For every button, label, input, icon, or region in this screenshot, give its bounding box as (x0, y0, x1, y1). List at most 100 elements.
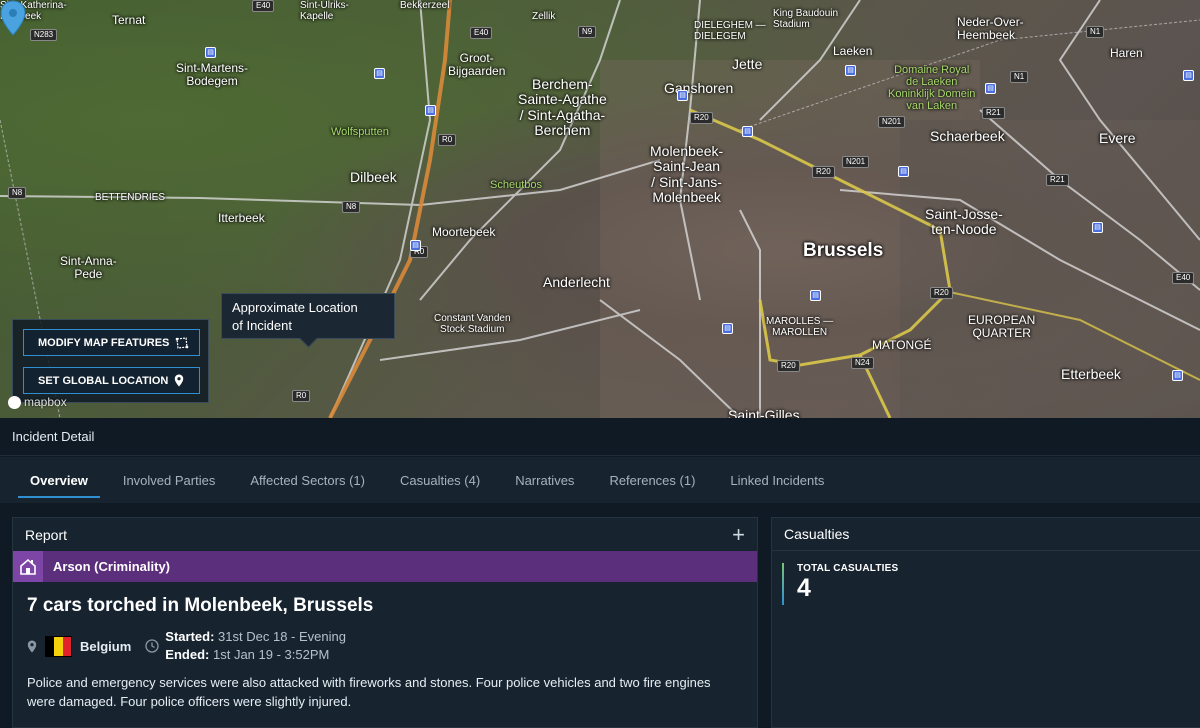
add-icon[interactable]: + (732, 523, 745, 546)
map-label: Sint-Anna- Pede (60, 254, 117, 282)
location-pin-icon (27, 640, 37, 652)
tab-references[interactable]: References (1) (593, 457, 711, 503)
modify-map-features-button[interactable]: MODIFY MAP FEATURES (23, 329, 200, 356)
report-heading: Report (25, 526, 68, 543)
map-label: Etterbeek (1061, 366, 1121, 382)
map-label: King Baudouin Stadium (773, 8, 839, 30)
map-label: Evere (1099, 130, 1136, 146)
road-badge: R20 (690, 112, 713, 124)
map-label: Scheutbos (490, 179, 542, 191)
category-bar: Arson (Criminality) (13, 551, 757, 582)
tab-affected-sectors[interactable]: Affected Sectors (1) (234, 457, 381, 503)
map-controls-panel: MODIFY MAP FEATURES SET GLOBAL LOCATION (12, 319, 209, 403)
train-station-icon: ▤ (742, 126, 753, 137)
tooltip-text: Approximate Location of Incident (232, 300, 358, 333)
incident-detail-header: Incident Detail (0, 418, 1200, 456)
belgium-flag-icon (45, 635, 72, 657)
map-label: Ternat (112, 13, 146, 27)
map-label: Anderlecht (543, 274, 610, 290)
report-title: 7 cars torched in Molenbeek, Brussels (27, 595, 374, 616)
ended-label: Ended: (165, 647, 210, 662)
tab-narratives[interactable]: Narratives (499, 457, 590, 503)
casualties-header: Casualties (772, 518, 1200, 551)
road-badge: N201 (842, 156, 870, 168)
tab-casualties[interactable]: Casualties (4) (384, 457, 496, 503)
polygon-draw-icon (176, 336, 189, 349)
map-label: Jette (732, 56, 763, 72)
map-label: Itterbeek (218, 211, 265, 225)
train-station-icon: ▤ (425, 105, 436, 116)
train-station-icon: ▤ (722, 323, 733, 334)
road-badge: N9 (578, 26, 597, 38)
total-casualties-stat: TOTAL CASUALTIES 4 (782, 563, 899, 605)
road-badge: R20 (812, 166, 835, 178)
road-badge: R20 (777, 360, 800, 372)
map-pin-icon[interactable] (0, 0, 26, 36)
total-casualties-label: TOTAL CASUALTIES (797, 563, 899, 574)
set-global-location-label: SET GLOBAL LOCATION (38, 374, 169, 387)
map-label-city: Brussels (803, 240, 884, 261)
map-label: Bekkerzeel (400, 0, 450, 11)
train-station-icon: ▤ (1172, 370, 1183, 381)
map-label: Zellik (532, 11, 556, 22)
train-station-icon: ▤ (1183, 70, 1194, 81)
road-badge: R20 (930, 287, 953, 299)
train-station-icon: ▤ (205, 47, 216, 58)
tab-involved-parties[interactable]: Involved Parties (107, 457, 232, 503)
report-meta: Belgium Started: 31st Dec 18 - Evening E… (13, 617, 757, 663)
map-label: Domaine Royal de Laeken Koninklijk Domei… (888, 64, 976, 112)
train-station-icon: ▤ (985, 83, 996, 94)
started-value: 31st Dec 18 - Evening (218, 629, 346, 644)
report-description: Police and emergency services were also … (27, 675, 711, 709)
map-label: Molenbeek- Saint-Jean / Sint-Jans- Molen… (650, 143, 724, 206)
road-badge: R0 (292, 390, 311, 402)
map-label: Haren (1110, 46, 1143, 60)
train-station-icon: ▤ (845, 65, 856, 76)
tab-linked-incidents[interactable]: Linked Incidents (714, 457, 840, 503)
incident-dates: Started: 31st Dec 18 - Evening Ended: 1s… (165, 628, 346, 664)
set-global-location-button[interactable]: SET GLOBAL LOCATION (23, 367, 200, 394)
overview-content: Report + Arson (Criminality) 7 cars torc… (0, 503, 1200, 728)
total-casualties-value: 4 (797, 574, 811, 602)
clock-icon (145, 639, 159, 653)
map-view[interactable]: Sint-Katherina- Lombeek Ternat Sint-Ulri… (0, 0, 1200, 418)
mapbox-attribution[interactable]: mapbox (8, 395, 67, 409)
page-title: Incident Detail (12, 429, 95, 444)
map-label: Dilbeek (350, 169, 397, 185)
road-badge: N1 (1086, 26, 1105, 38)
report-panel: Report + Arson (Criminality) 7 cars torc… (12, 517, 758, 728)
map-label: Schaerbeek (930, 128, 1005, 144)
road-badge: N283 (30, 29, 58, 41)
road-badge: N8 (8, 187, 27, 199)
map-label: Saint-Josse- ten-Noode (925, 206, 1003, 238)
road-badge: R21 (982, 107, 1005, 119)
ended-value: 1st Jan 19 - 3:52PM (212, 647, 330, 662)
map-label: Saint-Gilles (728, 407, 800, 418)
started-label: Started: (165, 629, 215, 644)
mapbox-logo-icon (8, 395, 21, 409)
road-badge: R0 (438, 134, 457, 146)
map-label: Ganshoren (664, 80, 734, 96)
casualties-heading: Casualties (784, 526, 850, 542)
map-label: Wolfsputten (331, 126, 389, 138)
map-label: Sint-Ulriks- Kapelle (300, 0, 349, 22)
map-label: Constant Vanden Stock Stadium (434, 313, 511, 335)
road-badge: N8 (342, 201, 361, 213)
map-label: Neder-Over- Heembeek (957, 15, 1024, 43)
train-station-icon: ▤ (1092, 222, 1103, 233)
road-badge: E40 (1172, 272, 1195, 284)
map-label: EUROPEAN QUARTER (968, 313, 1036, 341)
tab-overview[interactable]: Overview (14, 457, 104, 503)
road-badge: R21 (1046, 174, 1069, 186)
map-label: DIELEGHEM — DIELEGEM (694, 20, 766, 42)
incident-location-tooltip: Approximate Location of Incident (221, 293, 395, 339)
road-badge: E40 (470, 27, 493, 39)
map-label: Laeken (833, 44, 873, 58)
house-icon (13, 551, 43, 582)
incident-tabs: Overview Involved Parties Affected Secto… (0, 457, 1200, 503)
road-badge: E40 (252, 0, 275, 12)
road-badge: N1 (1010, 71, 1029, 83)
report-header: Report + (13, 518, 757, 551)
country-name: Belgium (80, 638, 132, 654)
train-station-icon: ▤ (898, 166, 909, 177)
